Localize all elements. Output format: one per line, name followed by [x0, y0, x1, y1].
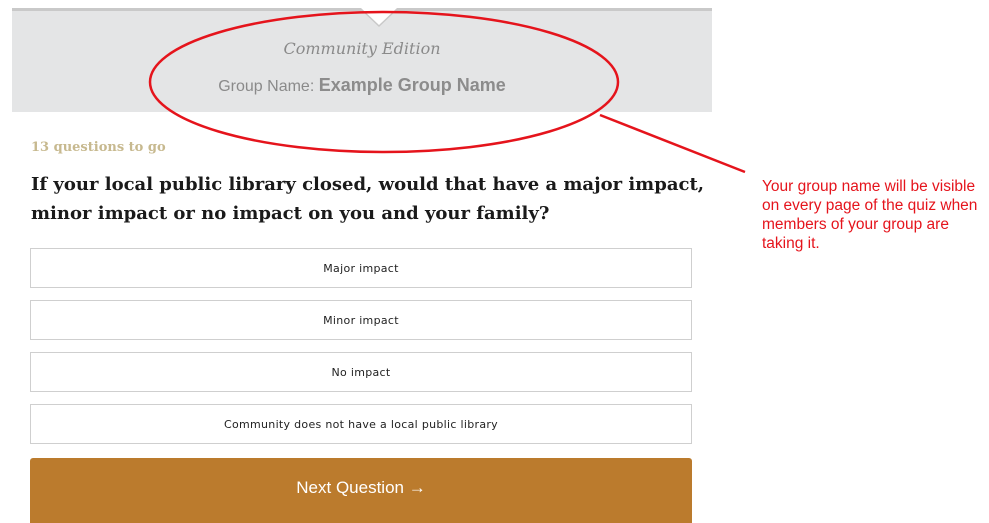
- edition-header: Community Edition Group Name: Example Gr…: [12, 8, 712, 112]
- answer-options: Major impact Minor impact No impact Comm…: [30, 248, 692, 456]
- group-name-value: Example Group Name: [318, 75, 506, 95]
- group-name-label: Group Name:: [218, 78, 315, 95]
- header-notch: [361, 8, 397, 25]
- edition-title: Community Edition: [283, 39, 441, 58]
- annotation-callout: Your group name will be visible on every…: [762, 178, 978, 252]
- next-question-button[interactable]: Next Question →: [30, 458, 692, 523]
- question-text: If your local public library closed, wou…: [31, 174, 705, 224]
- answer-no-impact[interactable]: No impact: [30, 352, 692, 392]
- group-name-line: Group Name: Example Group Name: [12, 75, 712, 96]
- answer-major-impact[interactable]: Major impact: [30, 248, 692, 288]
- questions-remaining: 13 questions to go: [31, 140, 166, 155]
- answer-no-library[interactable]: Community does not have a local public l…: [30, 404, 692, 444]
- annotation-arrow-line: [599, 113, 746, 174]
- answer-minor-impact[interactable]: Minor impact: [30, 300, 692, 340]
